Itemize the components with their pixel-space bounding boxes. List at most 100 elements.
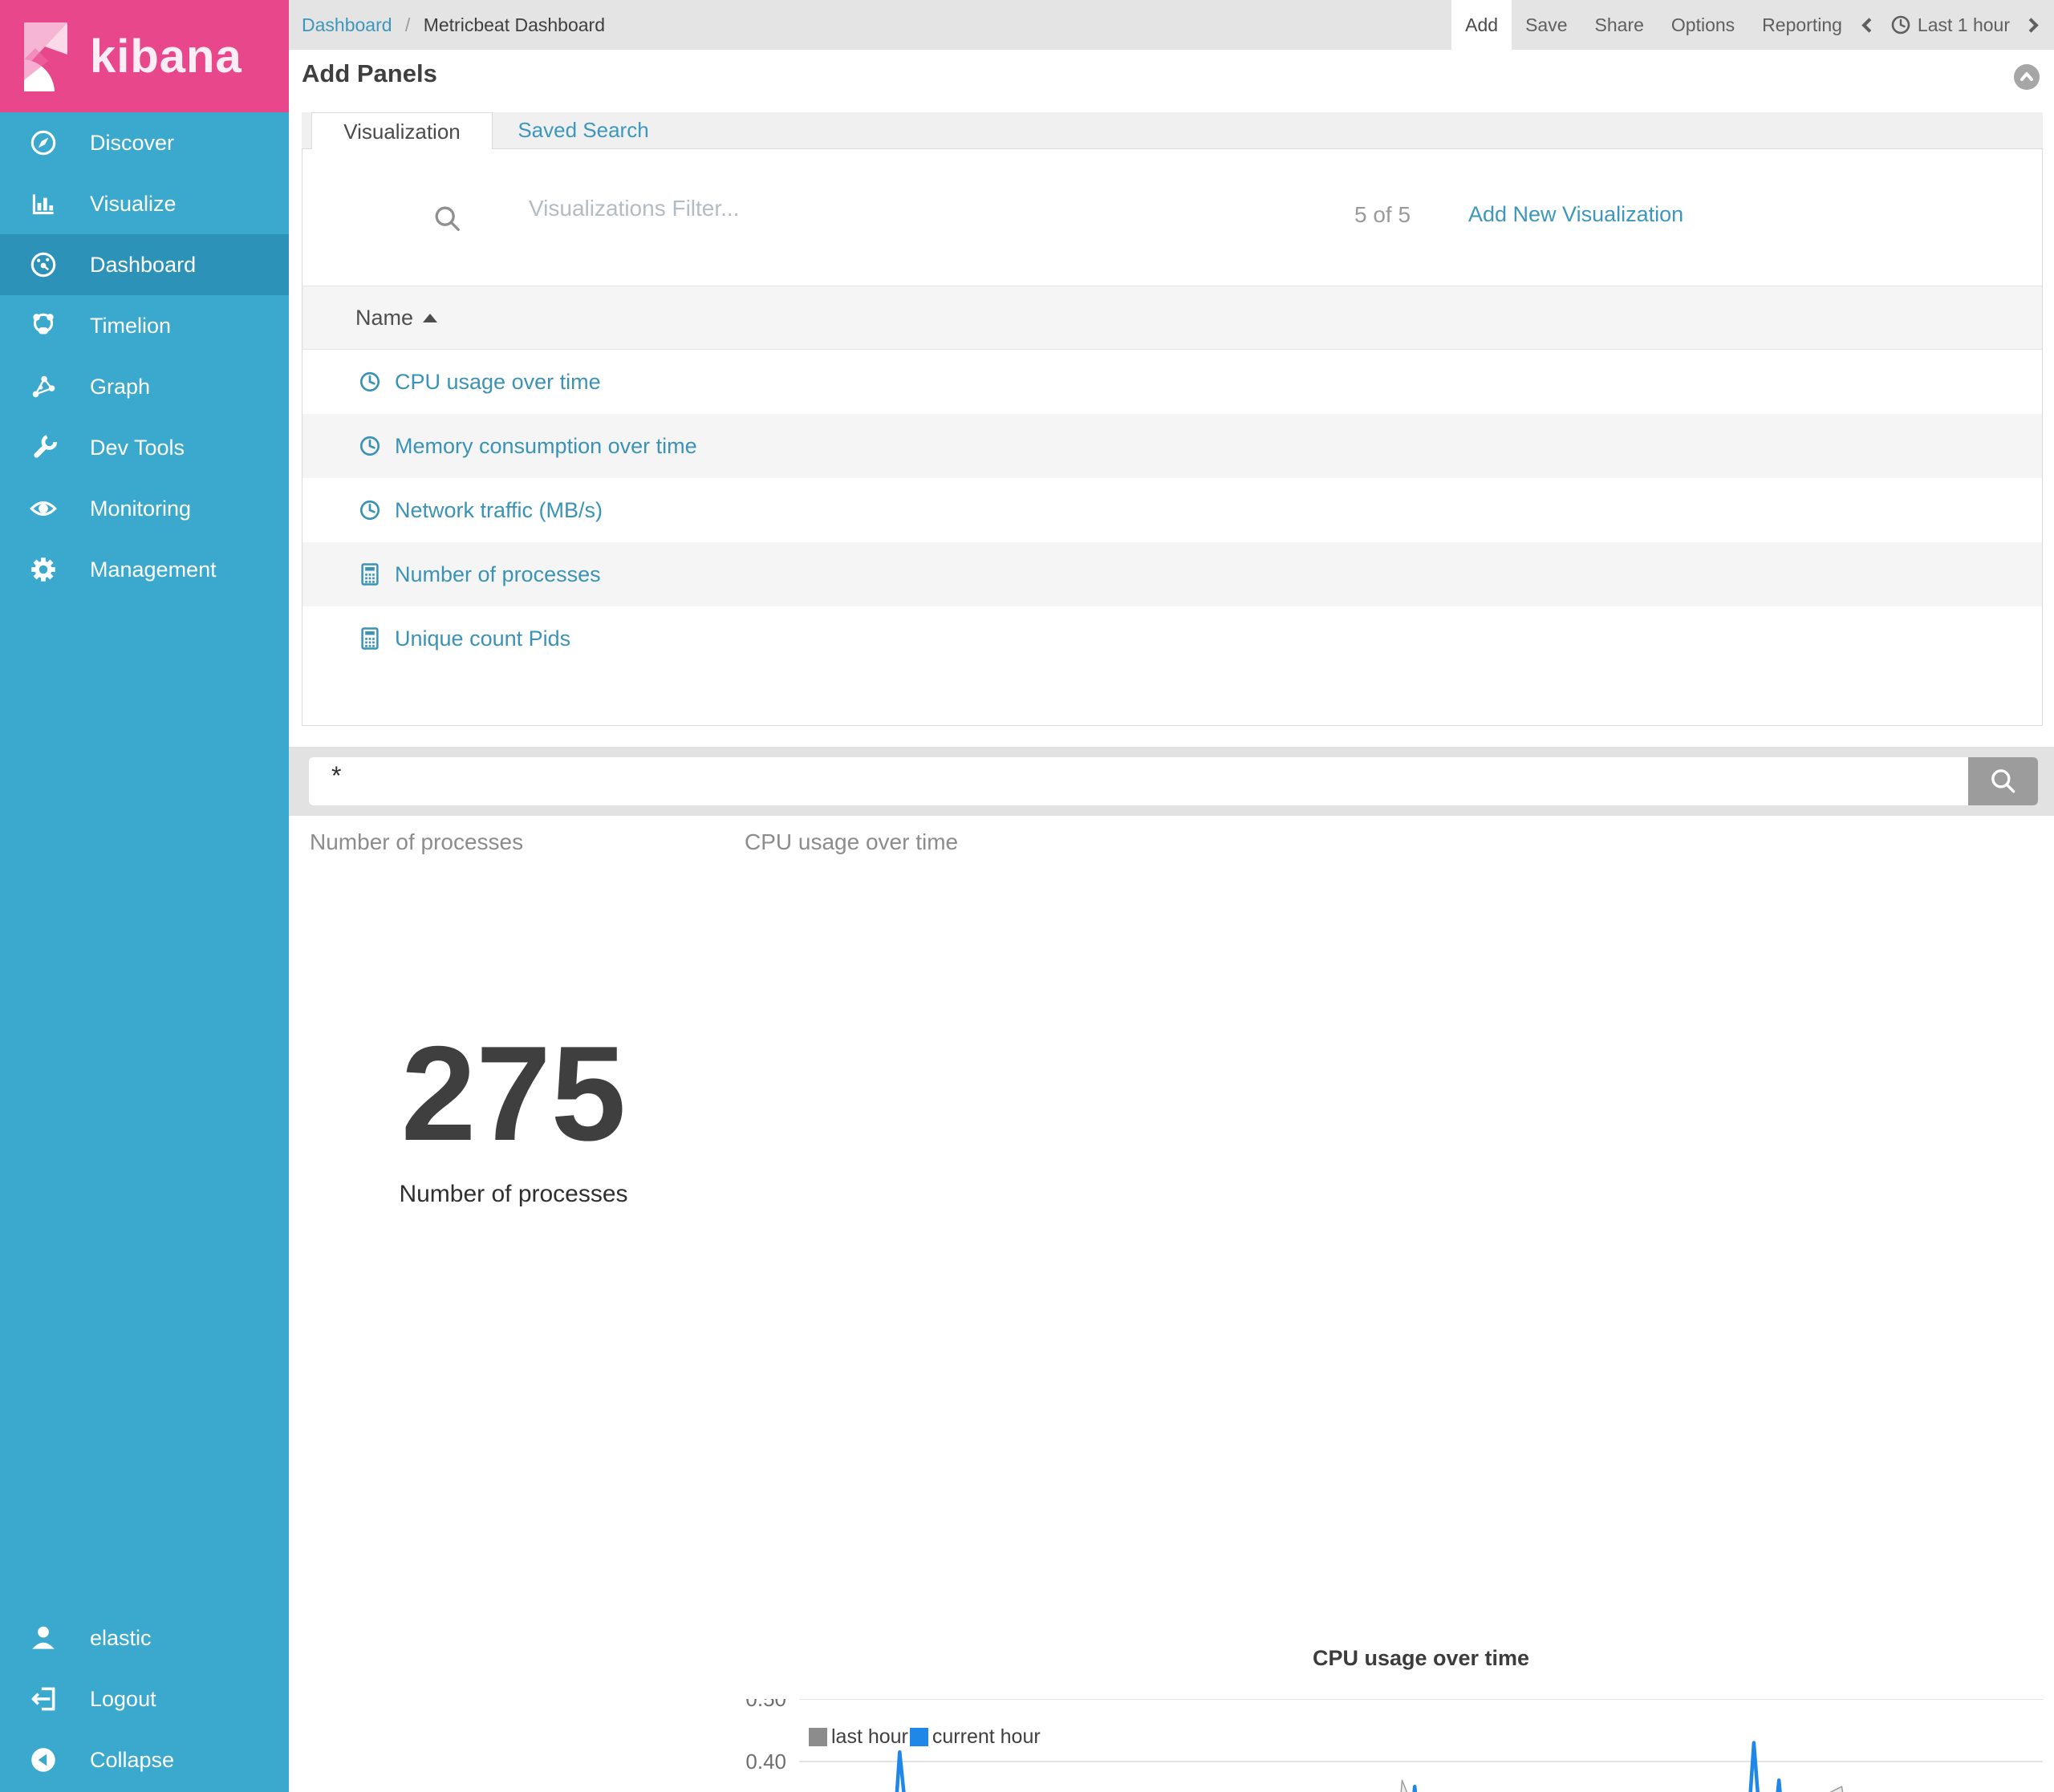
- sidebar-item-label: Visualize: [90, 192, 177, 217]
- collapse-add-panels-button[interactable]: [2014, 64, 2040, 90]
- sidebar-item-label: Management: [90, 557, 217, 582]
- sidebar-item-graph[interactable]: Graph: [0, 356, 289, 417]
- clock-icon: [1890, 14, 1911, 35]
- metric-label: Number of processes: [337, 1181, 690, 1208]
- sidebar-item-discover[interactable]: Discover: [0, 112, 289, 173]
- metric-panel-title: Number of processes: [310, 829, 523, 855]
- timeseries-icon: [356, 497, 384, 524]
- sidebar-item-dashboard[interactable]: Dashboard: [0, 234, 289, 295]
- chevron-up-icon: [2015, 65, 2039, 89]
- add-panels-tabs: Visualization Saved Search: [302, 112, 2043, 149]
- search-icon: [1987, 765, 2019, 797]
- sidebar-item-dev-tools[interactable]: Dev Tools: [0, 417, 289, 478]
- filter-row: 5 of 5 Add New Visualization: [302, 149, 2042, 286]
- sidebar-item-label: Discover: [90, 131, 174, 156]
- add-new-visualization-link[interactable]: Add New Visualization: [1468, 202, 1683, 227]
- vis-row-network-traffic-mb-s[interactable]: Network traffic (MB/s): [302, 478, 2042, 542]
- metric-icon: [356, 625, 384, 652]
- sidebar-footer: elastic Logout Collapse: [0, 1608, 289, 1792]
- dashboard-panels: Number of processes 275 Number of proces…: [289, 816, 2054, 1792]
- gear-icon: [27, 553, 59, 586]
- time-back-chevron[interactable]: [1861, 18, 1876, 32]
- vis-link[interactable]: Memory consumption over time: [395, 434, 697, 459]
- chart-cpu[interactable]: 0.500.400.300.200.100.0009:20:0009:30:00…: [743, 1699, 2043, 1792]
- timeseries-icon: [356, 432, 384, 460]
- logout-icon: [27, 1683, 59, 1715]
- lion-icon: [27, 310, 59, 342]
- sidebar-item-label: Dashboard: [90, 253, 196, 278]
- topnav-options-button[interactable]: Options: [1658, 0, 1748, 50]
- sidebar-item-label: Graph: [90, 375, 150, 399]
- time-forward-chevron[interactable]: [2024, 18, 2038, 32]
- top-navbar: Dashboard / Metricbeat Dashboard AddSave…: [289, 0, 2054, 50]
- tab-visualization[interactable]: Visualization: [311, 112, 493, 150]
- metric-icon: [356, 561, 384, 588]
- query-bar: [289, 747, 2054, 816]
- sidebar-item-visualize[interactable]: Visualize: [0, 173, 289, 234]
- barchart-icon: [27, 188, 59, 220]
- page-title: Add Panels: [302, 59, 437, 88]
- topnav-save-button[interactable]: Save: [1512, 0, 1581, 50]
- sidebar-item-label: Dev Tools: [90, 436, 185, 460]
- person-icon: [27, 1622, 59, 1654]
- vis-row-cpu-usage-over-time[interactable]: CPU usage over time: [302, 350, 2042, 414]
- add-panels-box: 5 of 5 Add New Visualization Name CPU us…: [302, 149, 2043, 726]
- sidebar-item-collapse[interactable]: Collapse: [0, 1729, 289, 1790]
- time-picker: Last 1 hour: [1856, 0, 2054, 50]
- metric-value: 275: [337, 1016, 690, 1171]
- sidebar-item-label: Logout: [90, 1687, 156, 1712]
- sidebar-item-elastic[interactable]: elastic: [0, 1608, 289, 1668]
- sidebar-item-management[interactable]: Management: [0, 539, 289, 600]
- wrench-icon: [27, 432, 59, 464]
- sidebar: kibana Discover Visualize Dashboard Timelio…: [0, 0, 289, 1792]
- breadcrumb: Dashboard / Metricbeat Dashboard: [289, 14, 605, 36]
- compass-icon: [27, 127, 59, 159]
- eye-icon: [27, 493, 59, 525]
- vis-link[interactable]: Unique count Pids: [395, 626, 570, 651]
- timeseries-icon: [356, 368, 384, 395]
- time-range-label: Last 1 hour: [1918, 14, 2010, 36]
- topnav-reporting-button[interactable]: Reporting: [1748, 0, 1856, 50]
- breadcrumb-dashboard-link[interactable]: Dashboard: [302, 14, 392, 35]
- table-rows: CPU usage over time Memory consumption ov…: [302, 350, 2042, 671]
- svg-text:0.40: 0.40: [745, 1749, 786, 1774]
- vis-link[interactable]: CPU usage over time: [395, 370, 601, 395]
- collapse-icon: [27, 1744, 59, 1776]
- vis-link[interactable]: Number of processes: [395, 562, 601, 587]
- visualizations-filter-input[interactable]: [529, 196, 1251, 221]
- time-picker-button[interactable]: Last 1 hour: [1886, 14, 2015, 36]
- visualizations-table: Name CPU usage over time Memory consumpti…: [302, 286, 2042, 671]
- sidebar-item-logout[interactable]: Logout: [0, 1668, 289, 1729]
- table-header-name[interactable]: Name: [302, 286, 2042, 350]
- query-search-button[interactable]: [1968, 757, 2038, 805]
- search-icon: [431, 202, 465, 236]
- gauge-icon: [27, 249, 59, 281]
- topnav-add-button[interactable]: Add: [1451, 0, 1512, 50]
- tab-saved-search[interactable]: Saved Search: [493, 112, 674, 148]
- query-input[interactable]: [309, 757, 1968, 805]
- vis-row-unique-count-pids[interactable]: Unique count Pids: [302, 606, 2042, 671]
- sidebar-item-label: elastic: [90, 1626, 152, 1651]
- sidebar-item-monitoring[interactable]: Monitoring: [0, 478, 289, 539]
- kibana-logo-text: kibana: [90, 30, 242, 83]
- graph-icon: [27, 371, 59, 403]
- result-count: 5 of 5: [1354, 202, 1411, 228]
- breadcrumb-current: Metricbeat Dashboard: [424, 14, 605, 35]
- chart-title-cpu: CPU usage over time: [799, 1646, 2043, 1671]
- topnav-share-button[interactable]: Share: [1581, 0, 1658, 50]
- main-area: Dashboard / Metricbeat Dashboard AddSave…: [289, 0, 2054, 1792]
- sort-ascending-icon: [423, 314, 437, 322]
- kibana-logo-icon: [13, 16, 79, 96]
- panel-title-cpu[interactable]: CPU usage over time: [745, 829, 958, 855]
- kibana-app: kibana Discover Visualize Dashboard Timelio…: [0, 0, 2054, 1792]
- sidebar-item-timelion[interactable]: Timelion: [0, 295, 289, 356]
- vis-link[interactable]: Network traffic (MB/s): [395, 498, 603, 523]
- sidebar-item-label: Collapse: [90, 1748, 174, 1773]
- vis-row-memory-consumption-over-time[interactable]: Memory consumption over time: [302, 414, 2042, 478]
- vis-row-number-of-processes[interactable]: Number of processes: [302, 542, 2042, 606]
- sidebar-item-label: Timelion: [90, 314, 171, 339]
- sidebar-item-label: Monitoring: [90, 497, 191, 521]
- svg-text:0.50: 0.50: [745, 1699, 786, 1711]
- content: Add Panels Visualization Saved Search 5 …: [289, 50, 2054, 1792]
- kibana-logo[interactable]: kibana: [0, 0, 289, 112]
